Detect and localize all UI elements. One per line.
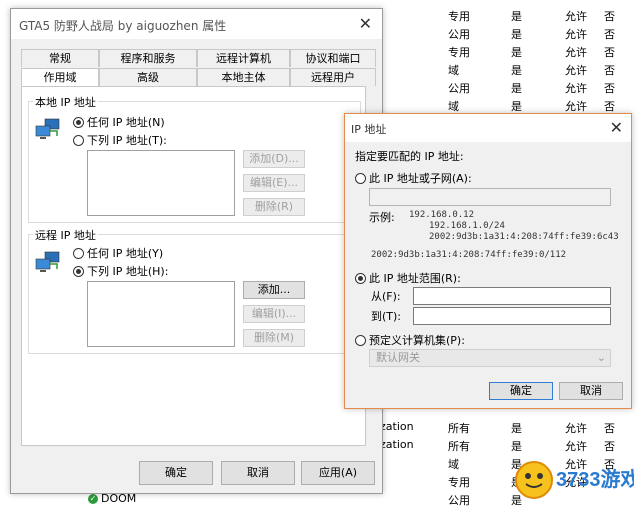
close-icon[interactable]: ✕	[359, 14, 372, 33]
remote-edit-button[interactable]: 编辑(I)...	[243, 305, 305, 323]
ip-ok-button[interactable]: 确定	[489, 382, 553, 400]
subnet-input[interactable]	[369, 188, 611, 206]
site-watermark-logo: 3733游戏	[515, 461, 634, 499]
tab-advanced[interactable]: 高级	[99, 68, 197, 86]
remote-ip-listbox[interactable]	[87, 281, 235, 347]
prompt-text: 指定要匹配的 IP 地址:	[355, 150, 464, 163]
svg-text:3733游戏: 3733游戏	[556, 467, 634, 491]
table-row[interactable]: 公用 是 允许 否	[440, 26, 640, 44]
remote-ip-group: 远程 IP 地址 任何 IP 地址(Y) 下列 IP 地址(H): 添加... …	[28, 227, 361, 354]
radio-selected-icon	[73, 266, 84, 277]
close-icon[interactable]: ✕	[610, 118, 623, 137]
apply-button[interactable]: 应用(A)	[301, 461, 375, 485]
example-subnet: 192.168.1.0/24	[429, 221, 505, 231]
dialog-title: IP 地址	[351, 123, 387, 136]
tab-programs-services[interactable]: 程序和服务	[99, 49, 197, 67]
remote-listed-ip-radio[interactable]: 下列 IP 地址(H):	[73, 263, 168, 279]
radio-selected-icon	[355, 273, 366, 284]
subnet-radio[interactable]: 此 IP 地址或子网(A):	[355, 170, 472, 186]
tab-row-top: 常规 程序和服务 远程计算机 协议和端口	[21, 49, 376, 67]
range-to-input[interactable]	[413, 307, 611, 325]
network-computers-icon	[35, 251, 60, 272]
chevron-down-icon: ⌄	[596, 351, 606, 364]
local-any-ip-radio[interactable]: 任何 IP 地址(N)	[73, 114, 165, 130]
predefined-radio[interactable]: 预定义计算机集(P):	[355, 332, 465, 348]
local-add-button[interactable]: 添加(D)...	[243, 150, 305, 168]
predefined-select[interactable]: 默认网关 ⌄	[369, 349, 611, 367]
local-listed-ip-radio[interactable]: 下列 IP 地址(T):	[73, 132, 167, 148]
tab-remote-computers[interactable]: 远程计算机	[197, 49, 290, 67]
title-bar: IP 地址 ✕	[345, 114, 631, 142]
tab-scope[interactable]: 作用域	[21, 68, 99, 88]
properties-dialog: GTA5 防野人战局 by aiguozhen 属性 ✕ 常规 程序和服务 远程…	[10, 8, 383, 494]
remote-delete-button[interactable]: 删除(M)	[243, 329, 305, 347]
cancel-button[interactable]: 取消	[221, 461, 295, 485]
ip-cancel-button[interactable]: 取消	[559, 382, 623, 400]
radio-unselected-icon	[355, 173, 366, 184]
remote-add-button[interactable]: 添加...	[243, 281, 305, 299]
to-label: 到(T):	[371, 310, 402, 323]
table-row[interactable]: 公用 是 允许 否	[440, 80, 640, 98]
example-label: 示例:	[369, 211, 395, 224]
radio-selected-icon	[73, 117, 84, 128]
tab-protocols-ports[interactable]: 协议和端口	[290, 49, 376, 67]
radio-unselected-icon	[73, 135, 84, 146]
example-ipv6: 2002:9d3b:1a31:4:208:74ff:fe39:6c43	[429, 232, 619, 242]
example-ipv6-prefix: 2002:9d3b:1a31:4:208:74ff:fe39:0/112	[371, 250, 567, 260]
tab-row-bottom: 作用域 高级 本地主体 远程用户	[21, 68, 376, 88]
table-row[interactable]: 专用 是 允许 否	[440, 8, 640, 26]
from-label: 从(F):	[371, 290, 401, 303]
dialog-title: GTA5 防野人战局 by aiguozhen 属性	[19, 19, 227, 33]
local-edit-button[interactable]: 编辑(E)...	[243, 174, 305, 192]
tab-remote-users[interactable]: 远程用户	[290, 68, 376, 86]
network-computers-icon	[35, 118, 60, 139]
local-ip-group-label: 本地 IP 地址	[33, 94, 98, 110]
enabled-check-icon: ✓	[88, 494, 98, 504]
tab-general[interactable]: 常规	[21, 49, 99, 67]
remote-any-ip-radio[interactable]: 任何 IP 地址(Y)	[73, 245, 163, 261]
ok-button[interactable]: 确定	[139, 461, 213, 485]
local-ip-group: 本地 IP 地址 任何 IP 地址(N) 下列 IP 地址(T): 添加(D).…	[28, 94, 361, 223]
range-from-input[interactable]	[413, 287, 611, 305]
title-bar: GTA5 防野人战局 by aiguozhen 属性 ✕	[11, 9, 382, 39]
remote-ip-group-label: 远程 IP 地址	[33, 227, 98, 243]
radio-unselected-icon	[73, 248, 84, 259]
table-row[interactable]: 专用 是 允许 否	[440, 44, 640, 62]
tab-local-principals[interactable]: 本地主体	[197, 68, 290, 86]
range-radio[interactable]: 此 IP 地址范围(R):	[355, 270, 461, 286]
local-ip-listbox[interactable]	[87, 150, 235, 216]
radio-unselected-icon	[355, 335, 366, 346]
local-delete-button[interactable]: 删除(R)	[243, 198, 305, 216]
scope-tab-panel: 本地 IP 地址 任何 IP 地址(N) 下列 IP 地址(T): 添加(D).…	[21, 86, 366, 446]
ip-address-dialog: IP 地址 ✕ 指定要匹配的 IP 地址: 此 IP 地址或子网(A): 示例:…	[344, 113, 632, 409]
table-row[interactable]: 域 是 允许 否	[440, 62, 640, 80]
example-ipv4: 192.168.0.12	[409, 210, 475, 220]
table-row[interactable]: zation 所有 是 允许 否	[366, 420, 640, 438]
